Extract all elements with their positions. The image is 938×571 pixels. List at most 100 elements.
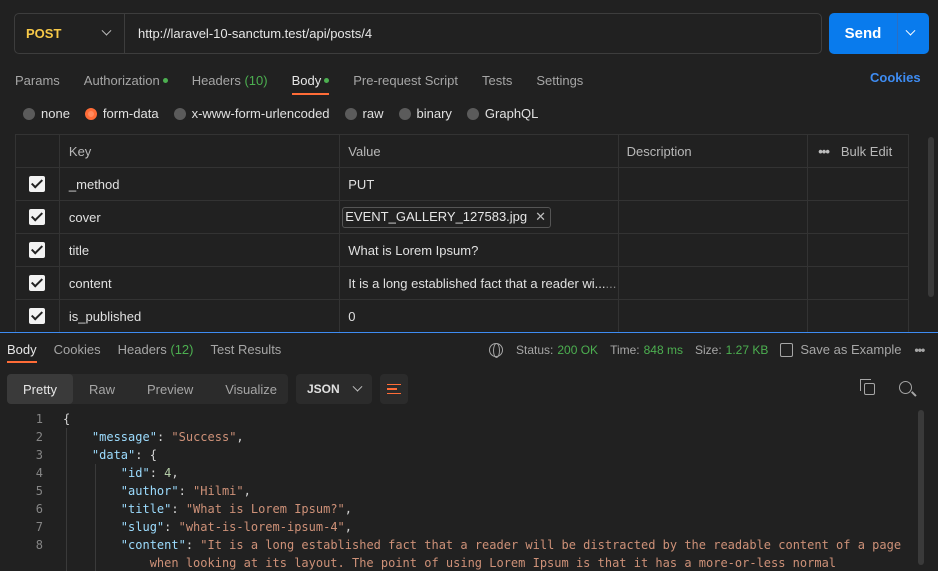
save-as-example-button[interactable]: Save as Example	[800, 342, 901, 357]
response-body-viewer[interactable]: 1{2 "message": "Success", 3 "data": {4 "i…	[0, 410, 912, 571]
code-token: "title"	[120, 502, 172, 516]
send-button[interactable]: Send	[829, 25, 897, 42]
url-input[interactable]: http://laravel-10-sanctum.test/api/posts…	[125, 26, 372, 41]
body-type-raw[interactable]: raw	[344, 106, 384, 121]
checkbox[interactable]	[29, 209, 46, 225]
body-type-form-data[interactable]: form-data	[84, 106, 159, 121]
param-key[interactable]: title	[60, 234, 341, 266]
response-tab-cookies[interactable]: Cookies	[54, 342, 101, 357]
code-text: "author": "Hilmi",	[63, 482, 251, 500]
pane-divider[interactable]	[0, 332, 938, 333]
method-select[interactable]: POST	[15, 14, 125, 53]
view-tab-raw[interactable]: Raw	[73, 374, 131, 404]
code-token: ,	[344, 502, 353, 516]
body-type-binary[interactable]: binary	[398, 106, 452, 121]
view-mode-tabs: Pretty Raw Preview Visualize	[7, 374, 288, 404]
tab-settings[interactable]: Settings	[536, 73, 583, 88]
param-key[interactable]: _method	[60, 168, 341, 200]
response-tab-headers[interactable]: Headers (12)	[118, 342, 194, 357]
param-key[interactable]: content	[60, 267, 341, 299]
more-options-icon[interactable]: •••	[818, 144, 830, 159]
table-row: title What is Lorem Ipsum?	[16, 234, 908, 267]
method-label: POST	[26, 26, 62, 41]
tab-tests[interactable]: Tests	[482, 73, 512, 88]
code-token: ,	[344, 520, 353, 534]
code-token: "what-is-lorem-ipsum-4"	[178, 520, 345, 534]
param-description[interactable]	[619, 168, 809, 200]
tab-label: Headers	[117, 342, 167, 357]
tab-pre-request-script[interactable]: Pre-request Script	[353, 73, 458, 88]
row-extra-cell	[808, 300, 908, 332]
checkbox[interactable]	[29, 242, 46, 258]
param-key[interactable]: is_published	[60, 300, 341, 332]
request-bar: POST http://laravel-10-sanctum.test/api/…	[14, 13, 822, 54]
send-divider	[897, 13, 898, 54]
view-tab-preview[interactable]: Preview	[131, 374, 209, 404]
view-tab-pretty[interactable]: Pretty	[7, 374, 73, 404]
param-value-text: PUT	[348, 176, 375, 192]
copy-icon[interactable]	[860, 379, 875, 395]
truncation-ellipsis: ...	[605, 275, 617, 291]
tab-body[interactable]: Body	[291, 73, 330, 95]
checkbox[interactable]	[29, 176, 46, 192]
format-select[interactable]: JSON	[296, 374, 372, 404]
wrap-lines-button[interactable]	[380, 374, 408, 404]
response-tab-test-results[interactable]: Test Results	[211, 342, 282, 357]
code-token: ,	[171, 466, 179, 480]
save-icon[interactable]	[780, 342, 794, 357]
code-token: "slug"	[120, 520, 165, 534]
size-label: Size:	[694, 342, 722, 357]
code-token: "What is Lorem Ipsum?"	[185, 502, 345, 516]
param-value[interactable]: EVENT_GALLERY_127583.jpg ✕	[340, 201, 619, 233]
search-icon[interactable]	[899, 381, 912, 394]
code-text: "slug": "what-is-lorem-ipsum-4",	[63, 518, 352, 536]
more-options-icon[interactable]: •••	[915, 343, 926, 357]
tab-label: Settings	[536, 72, 584, 88]
body-type-none[interactable]: none	[23, 106, 70, 121]
request-tabs: Params Authorization Headers (10) Body Pre-r…	[15, 70, 607, 95]
param-value[interactable]: What is Lorem Ipsum?	[340, 234, 619, 266]
status-value[interactable]: 200 OK	[557, 343, 598, 357]
radio-icon	[466, 107, 479, 120]
tab-headers[interactable]: Headers (10)	[192, 73, 268, 88]
param-key[interactable]: cover	[60, 201, 341, 233]
table-row: cover EVENT_GALLERY_127583.jpg ✕	[16, 201, 908, 234]
row-checkbox-cell	[16, 234, 60, 266]
table-row: _method PUT	[16, 168, 908, 201]
time-value[interactable]: 848 ms	[644, 343, 683, 357]
param-value[interactable]: PUT	[340, 168, 619, 200]
code-text: when looking at its layout. The point of…	[63, 554, 836, 571]
response-scrollbar[interactable]	[918, 410, 924, 565]
param-value[interactable]: It is a long established fact that a rea…	[340, 267, 619, 299]
bulk-edit-button[interactable]: Bulk Edit	[841, 144, 892, 159]
param-description[interactable]	[619, 300, 809, 332]
view-tab-visualize[interactable]: Visualize	[209, 374, 293, 404]
code-token: "id"	[120, 466, 150, 480]
globe-icon[interactable]	[489, 342, 503, 358]
checkbox[interactable]	[29, 275, 46, 291]
code-token: "message"	[91, 430, 157, 444]
param-description[interactable]	[619, 234, 809, 266]
line-number: 4	[35, 466, 43, 480]
code-line: 1{	[0, 410, 912, 428]
cookies-link[interactable]: Cookies	[870, 70, 921, 85]
file-chip[interactable]: EVENT_GALLERY_127583.jpg ✕	[342, 206, 552, 228]
body-type-x-www-form-urlencoded[interactable]: x-www-form-urlencoded	[173, 106, 330, 121]
param-description[interactable]	[619, 267, 809, 299]
response-tab-body[interactable]: Body	[7, 342, 37, 363]
tab-params[interactable]: Params	[15, 73, 60, 88]
tab-authorization[interactable]: Authorization	[84, 73, 168, 88]
param-description[interactable]	[619, 201, 809, 233]
code-line: 7 "slug": "what-is-lorem-ipsum-4",	[0, 518, 912, 536]
body-type-graphql[interactable]: GraphQL	[466, 106, 538, 121]
code-token: :	[156, 430, 172, 444]
size-value[interactable]: 1.27 KB	[726, 343, 769, 357]
params-scrollbar[interactable]	[928, 137, 934, 297]
tab-label: Authorization	[83, 72, 160, 88]
checkbox[interactable]	[29, 308, 46, 324]
close-icon[interactable]: ✕	[535, 209, 546, 225]
param-value[interactable]: 0	[340, 300, 619, 332]
chevron-down-icon[interactable]	[905, 25, 916, 36]
